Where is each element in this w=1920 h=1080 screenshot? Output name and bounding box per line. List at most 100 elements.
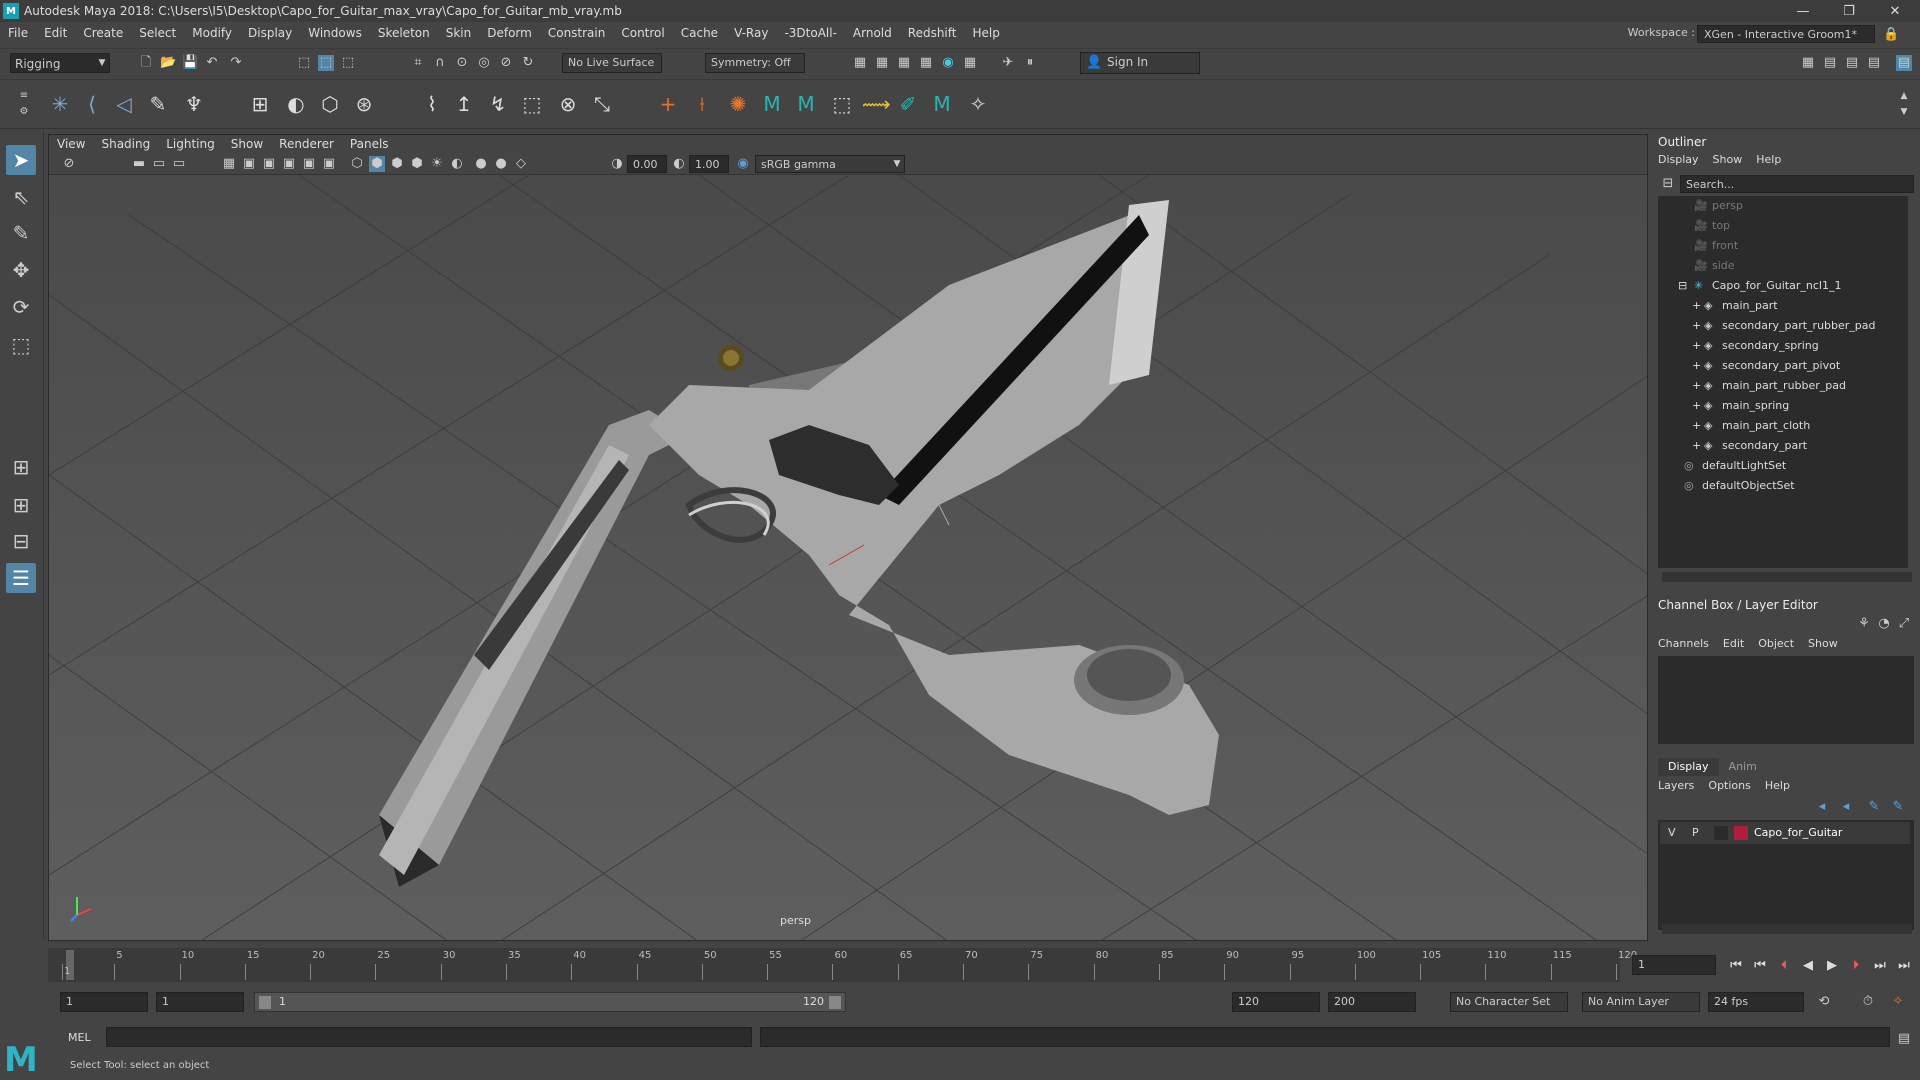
channelbox-menu-object[interactable]: Object [1758,637,1794,650]
lock-icon[interactable]: 🔒 [1883,27,1899,43]
paint-weights-icon[interactable]: ↯ [486,92,510,116]
snap-point-icon[interactable]: ⊙ [454,55,470,71]
outliner-item[interactable]: ⊟ ✳ Capo_for_Guitar_ncl1_1 [1658,276,1908,296]
resolution-gate-icon[interactable]: ▣ [261,156,277,172]
xray-icon[interactable]: ● [473,156,489,172]
outliner-item[interactable]: + ◈ main_part_rubber_pad [1658,376,1908,396]
grid-toggle-icon[interactable]: ▦ [221,156,237,172]
layer-tab-display[interactable]: Display [1658,758,1719,776]
menu-display[interactable]: Display [240,26,300,40]
outliner-item[interactable]: + ◈ main_part [1658,296,1908,316]
outliner-item[interactable]: + ◈ main_spring [1658,396,1908,416]
ik-handle-icon[interactable]: ⟨ [80,92,104,116]
time-slider[interactable]: 1 5 10 15 20 25 30 35 40 45 50 55 60 65 70 75 80 85 90 95 10… [48,948,1637,982]
outliner-item[interactable]: ◎ defaultObjectSet [1658,476,1908,496]
outliner-menu-help[interactable]: Help [1756,153,1781,166]
snap-curve-icon[interactable]: ∩ [432,55,448,71]
outliner-item[interactable]: + ◈ secondary_part_rubber_pad [1658,316,1908,336]
range-end-handle[interactable] [829,996,841,1009]
outliner-item[interactable]: + ◈ main_part_cloth [1658,416,1908,436]
menu-windows[interactable]: Windows [300,26,370,40]
step-forward-key-icon[interactable]: ⏭ [1870,958,1890,974]
lasso-tool-icon[interactable]: ⇖ [6,182,36,212]
expand-toggle-icon[interactable]: + [1692,296,1701,316]
wire-icon[interactable]: ⊛ [352,92,376,116]
four-view-layout-icon[interactable]: ⊞ [6,490,36,520]
maximize-icon[interactable]: ❐ [1826,0,1872,22]
render-icon[interactable]: ▦ [896,55,912,71]
character-set-select[interactable]: No Character Set [1450,992,1568,1012]
viewport-menu-lighting[interactable]: Lighting [158,137,223,151]
play-backwards-icon[interactable]: ◀ [1798,958,1818,974]
copy-weights-icon[interactable]: ⊗ [556,92,580,116]
paint-select-tool-icon[interactable]: ✎ [6,218,36,248]
layer-name[interactable]: Capo_for_Guitar [1754,826,1842,839]
color-space-select[interactable]: sRGB gamma [755,155,905,173]
viewport-menu-renderer[interactable]: Renderer [271,137,342,151]
tool-settings-icon[interactable]: ▤ [1844,55,1860,71]
bind-skin-icon[interactable]: ⌇ [420,92,444,116]
deformer-icon[interactable]: M [930,92,954,116]
pause-icon[interactable]: ⏸ [1022,55,1038,71]
gamma-field[interactable]: 1.00 [689,155,729,173]
anim-layer-select[interactable]: No Anim Layer [1582,992,1700,1012]
command-input[interactable] [106,1027,752,1047]
exposure-field[interactable]: 0.00 [627,155,667,173]
symmetry-select[interactable]: Symmetry: Off [705,53,805,73]
channelbox-menu-show[interactable]: Show [1808,637,1838,650]
channelbox-menu-channels[interactable]: Channels [1658,637,1709,650]
parent-constraint-icon[interactable]: M [794,92,818,116]
outliner-item[interactable]: ◎ defaultLightSet [1658,456,1908,476]
viewport-menu-show[interactable]: Show [223,137,271,151]
snap-grid-icon[interactable]: ⌗ [410,55,426,71]
animation-preferences-icon[interactable]: ✧ [1890,994,1906,1010]
snap-view-icon[interactable]: ◎ [476,55,492,71]
layer-horizontal-scrollbar[interactable] [1662,924,1912,934]
isolate-select-icon[interactable]: ◇ [513,156,529,172]
start-time-field[interactable]: 1 [60,992,148,1012]
expand-toggle-icon[interactable]: + [1692,376,1701,396]
single-perspective-layout-icon[interactable]: ⊞ [6,452,36,482]
cluster-icon[interactable]: ◐ [284,92,308,116]
safe-action-icon[interactable]: ▣ [321,156,337,172]
menu-3dtoall[interactable]: -3DtoAll- [776,26,844,40]
live-surface-field[interactable]: No Live Surface [562,53,662,73]
loop-icon[interactable]: ⟲ [1816,994,1832,1010]
use-lights-icon[interactable]: ☀ [429,156,445,172]
outliner-search-input[interactable]: Search... [1680,175,1914,193]
outliner-menu-show[interactable]: Show [1713,153,1743,166]
viewport-menu-panels[interactable]: Panels [342,137,397,151]
image-plane-icon[interactable]: ▭ [171,156,187,172]
rotate-tool-icon[interactable]: ⟳ [6,292,36,322]
menu-edit[interactable]: Edit [36,26,75,40]
viewport-menu-view[interactable]: View [49,137,93,151]
gate-mask-icon[interactable]: ▣ [281,156,297,172]
color-management-icon[interactable]: ◉ [735,156,751,172]
layer-menu-options[interactable]: Options [1708,779,1750,792]
select-object-icon[interactable]: ⬚ [318,55,334,71]
layer-playback-toggle[interactable]: P [1692,826,1699,839]
field-chart-icon[interactable]: ▣ [301,156,317,172]
menu-arnold[interactable]: Arnold [845,26,900,40]
detach-skin-icon[interactable]: ↥ [452,92,476,116]
expand-toggle-icon[interactable]: + [1692,336,1701,356]
layer-visibility-toggle[interactable]: V [1668,826,1676,839]
animation-end-field[interactable]: 120 [1232,992,1320,1012]
step-forward-frame-icon[interactable]: ⏵ [1846,958,1866,974]
attribute-editor-icon[interactable]: ▤ [1822,55,1838,71]
render-settings-icon[interactable]: ▦ [852,55,868,71]
outliner-horizontal-scrollbar[interactable] [1662,572,1912,582]
shelf-scroll-up-icon[interactable]: ▲ [1896,88,1912,104]
menu-create[interactable]: Create [75,26,131,40]
humanik-icon[interactable]: ♆ [182,92,206,116]
shadows-icon[interactable]: ◐ [449,156,465,172]
snap-live-icon[interactable]: ↻ [520,55,536,71]
outliner-item[interactable]: 🎥 side [1658,256,1908,276]
channel-box-icon[interactable]: ▤ [1866,55,1882,71]
orient-constraint-icon[interactable]: M [760,92,784,116]
camera-attributes-icon[interactable]: ⊘ [61,156,77,172]
layer-menu-help[interactable]: Help [1765,779,1790,792]
layer-row[interactable]: V P Capo_for_Guitar [1660,822,1910,844]
workspace-select[interactable]: XGen - Interactive Groom1* [1697,25,1875,43]
channelbox-menu-edit[interactable]: Edit [1723,637,1744,650]
